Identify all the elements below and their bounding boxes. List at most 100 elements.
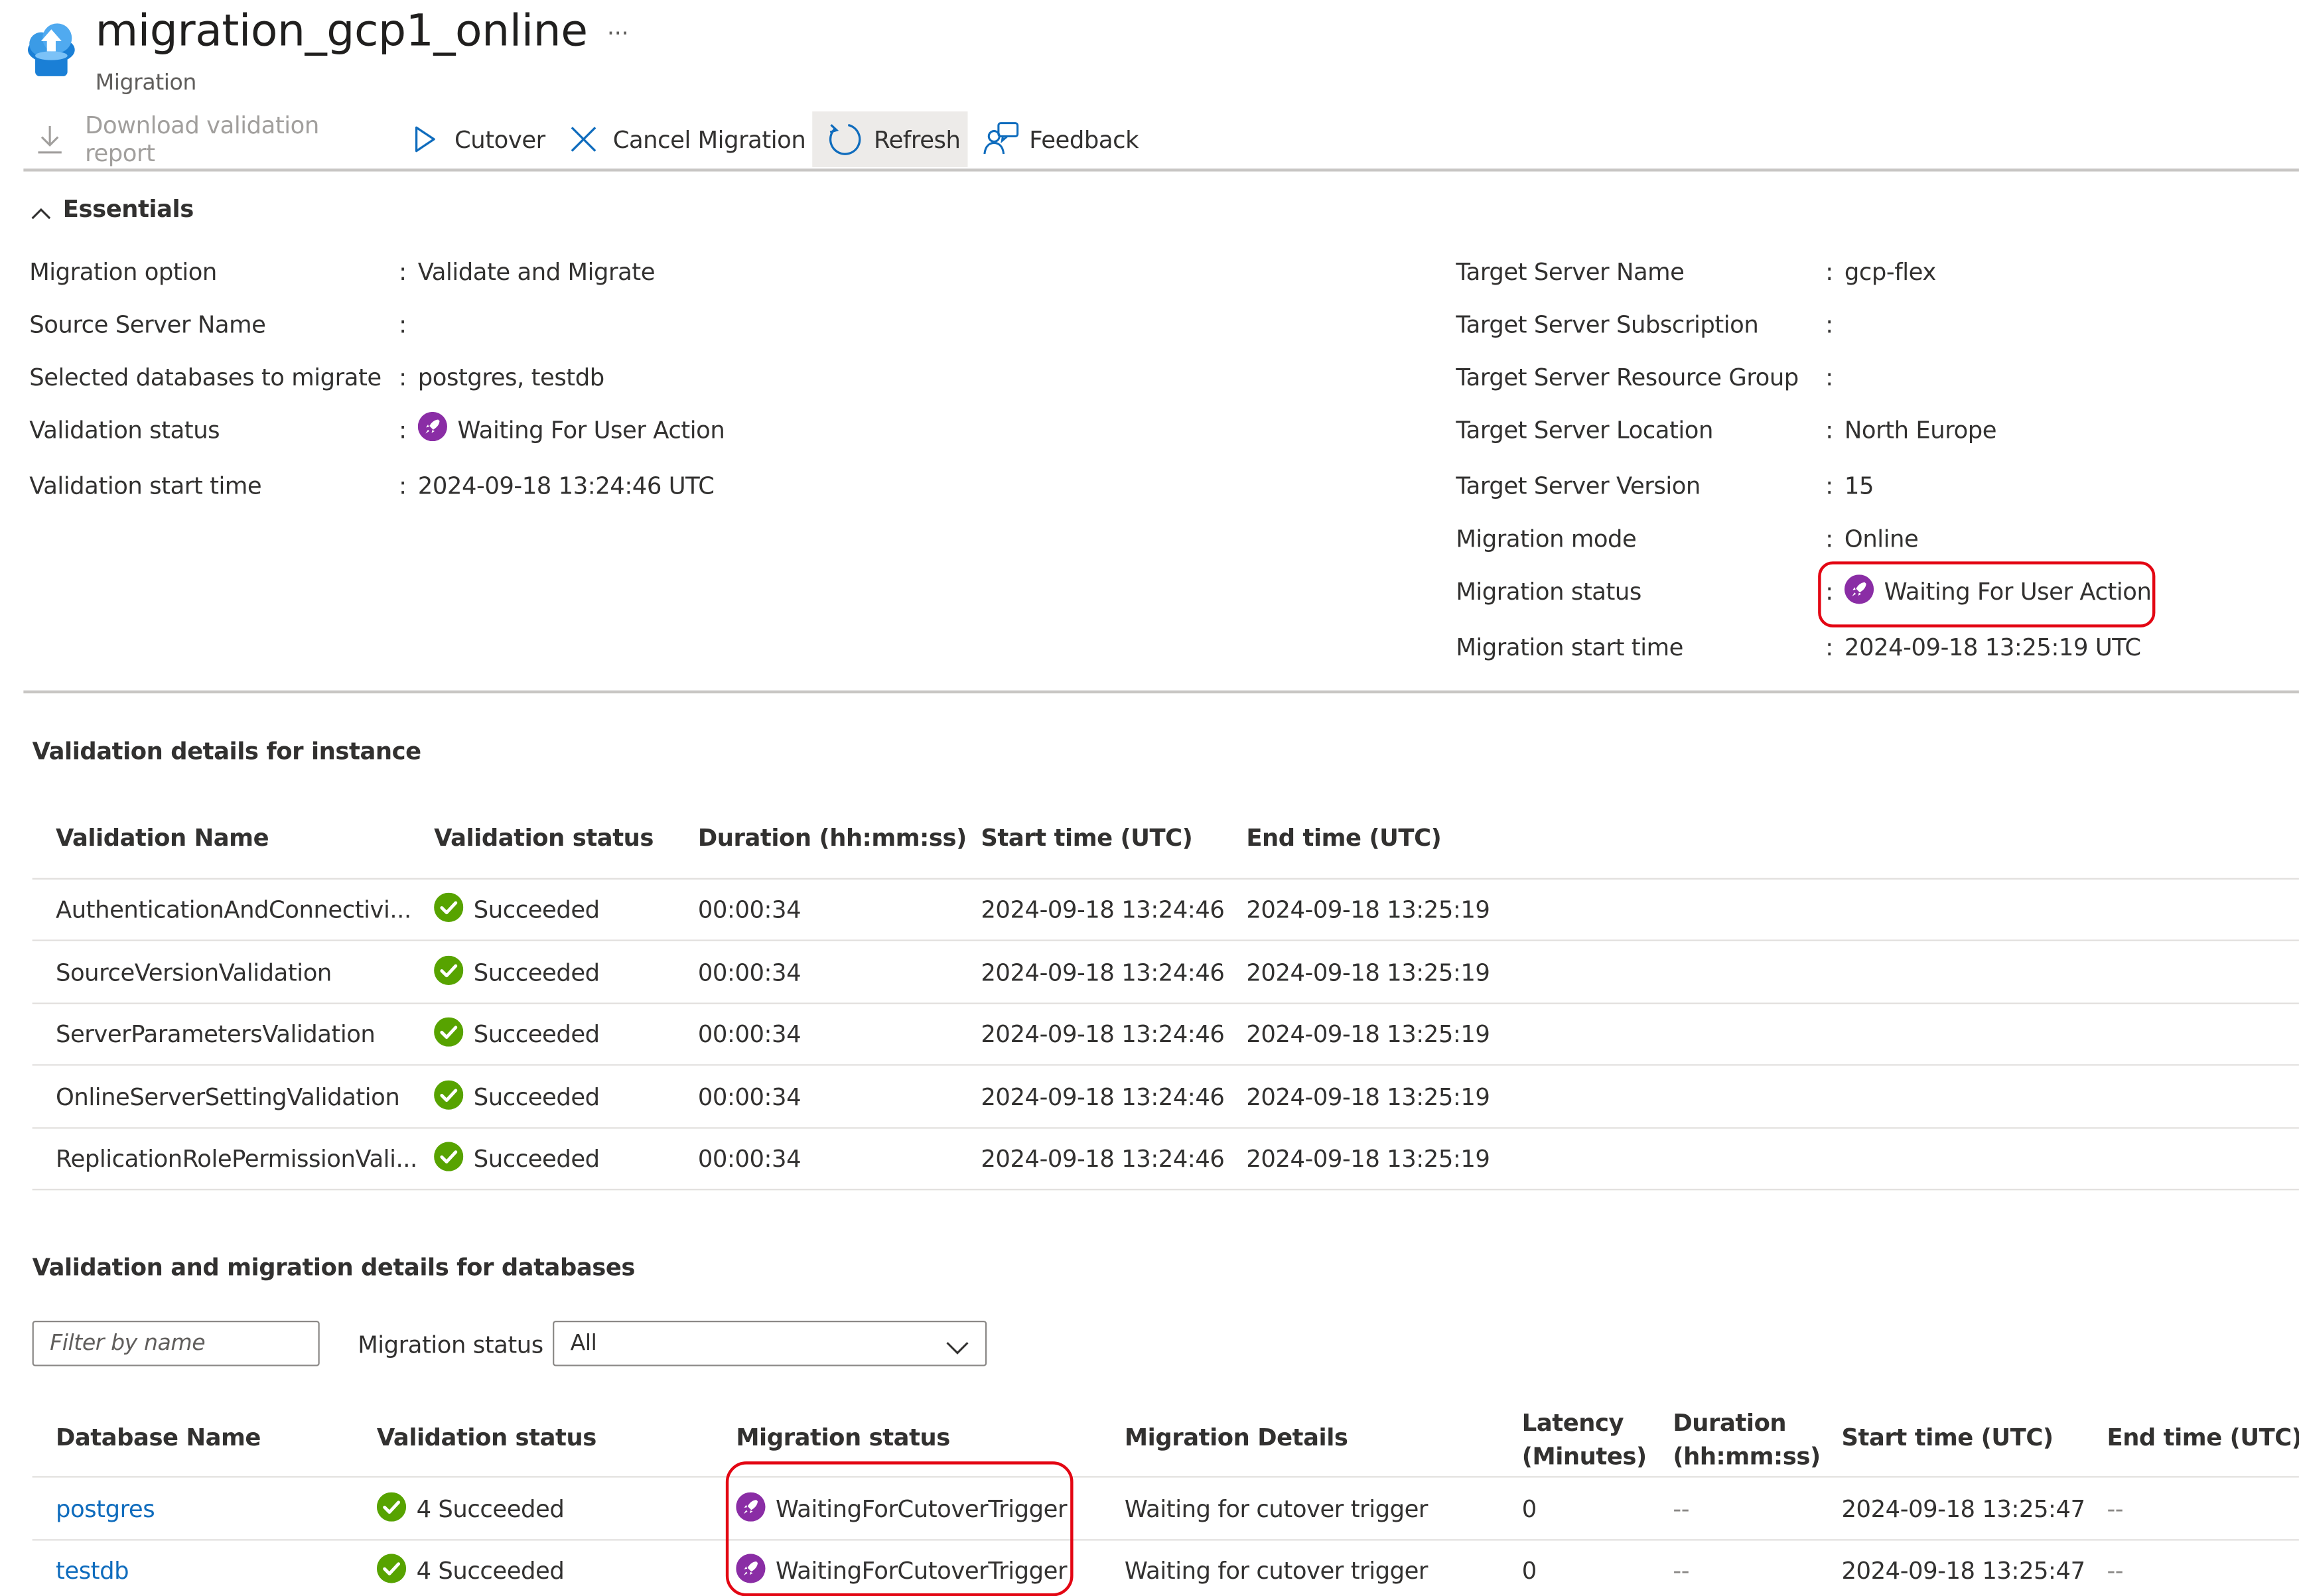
essentials-label-migration-option: Migration option	[29, 257, 217, 286]
db-end-time-cell: --	[2107, 1556, 2124, 1585]
essentials-label-source-server: Source Server Name	[29, 310, 266, 339]
essentials-label-validation-start: Validation start time	[29, 472, 262, 500]
essentials-value-validation-start: 2024-09-18 13:24:46 UTC	[417, 472, 715, 500]
column-header-validation-status[interactable]: Validation status	[434, 824, 654, 852]
essentials-label-target-version: Target Server Version	[1456, 472, 1701, 500]
check-circle-icon	[434, 893, 463, 922]
validation-status-cell: Succeeded	[473, 1020, 600, 1049]
column-header-end-time[interactable]: End time (UTC)	[1246, 824, 1441, 852]
download-icon	[33, 121, 68, 157]
duration-header-line2: (hh:mm:ss)	[1673, 1442, 1821, 1471]
column-header-db-start-time[interactable]: Start time (UTC)	[1842, 1424, 2054, 1451]
column-header-db-validation-status[interactable]: Validation status	[377, 1424, 596, 1451]
end-time-cell: 2024-09-18 13:25:19	[1246, 1020, 1490, 1049]
column-header-database-name[interactable]: Database Name	[56, 1424, 261, 1451]
column-header-migration-details[interactable]: Migration Details	[1125, 1424, 1348, 1451]
toolbar-divider	[23, 168, 2299, 172]
validation-status-cell: Succeeded	[473, 896, 600, 924]
db-validation-status-cell: 4 Succeeded	[416, 1495, 565, 1523]
column-header-latency[interactable]: Latency (Minutes)	[1522, 1406, 1647, 1473]
column-header-duration[interactable]: Duration (hh:mm:ss)	[698, 824, 967, 852]
latency-header-line1: Latency	[1521, 1408, 1624, 1437]
duration-cell: 00:00:34	[697, 1083, 801, 1112]
essentials-colon: :	[399, 472, 407, 500]
migration-status-dropdown[interactable]: All	[553, 1321, 987, 1366]
check-circle-icon	[377, 1493, 406, 1522]
cutover-label: Cutover	[454, 125, 545, 153]
start-time-cell: 2024-09-18 13:24:46	[981, 896, 1225, 924]
download-validation-report-button[interactable]: Download validation report	[33, 111, 384, 167]
essentials-value-target-server-name[interactable]: gcp-flex	[1845, 258, 1936, 286]
feedback-button[interactable]: Feedback	[983, 111, 1158, 167]
close-icon	[567, 121, 600, 157]
db-duration-cell: --	[1673, 1556, 1690, 1585]
duration-header-line1: Duration	[1673, 1408, 1787, 1437]
column-header-validation-name[interactable]: Validation Name	[56, 824, 269, 852]
essentials-value-migration-mode: Online	[1844, 525, 1919, 553]
cutover-button[interactable]: Cutover	[411, 111, 557, 167]
refresh-button[interactable]: Refresh	[812, 111, 968, 167]
database-link-testdb[interactable]: testdb	[56, 1557, 129, 1585]
databases-section-title: Validation and migration details for dat…	[32, 1253, 636, 1282]
migration-status-dropdown-value: All	[570, 1329, 597, 1357]
chevron-up-icon	[29, 200, 52, 221]
feedback-label: Feedback	[1029, 125, 1139, 153]
db-duration-cell: --	[1673, 1495, 1690, 1523]
play-icon	[411, 121, 443, 157]
essentials-label-selected-databases: Selected databases to migrate	[29, 364, 382, 392]
validation-name-cell: AuthenticationAndConnectivi...	[55, 896, 411, 924]
row-divider	[32, 1064, 2299, 1066]
essentials-colon: :	[1825, 310, 1833, 339]
duration-cell: 00:00:34	[697, 959, 801, 987]
page-subtitle: Migration	[95, 68, 197, 96]
validation-status-cell: Succeeded	[473, 1144, 600, 1173]
cancel-migration-button[interactable]: Cancel Migration	[567, 111, 809, 167]
essentials-colon: :	[1825, 257, 1833, 286]
essentials-label-migration-status: Migration status	[1456, 577, 1641, 606]
essentials-colon: :	[399, 364, 407, 392]
row-divider	[32, 1002, 2299, 1004]
filter-by-name-input[interactable]: Filter by name	[32, 1321, 320, 1366]
validation-instance-title: Validation details for instance	[32, 737, 422, 765]
more-options-button[interactable]: ···	[607, 19, 629, 47]
essentials-label-migration-mode: Migration mode	[1456, 525, 1637, 553]
essentials-label-target-server-name: Target Server Name	[1456, 257, 1685, 286]
duration-cell: 00:00:34	[697, 1020, 801, 1049]
essentials-label-target-subscription: Target Server Subscription	[1456, 310, 1759, 339]
column-header-start-time[interactable]: Start time (UTC)	[981, 824, 1193, 852]
essentials-value-target-location: North Europe	[1844, 416, 1997, 444]
validation-name-cell: SourceVersionValidation	[55, 959, 332, 987]
end-time-cell: 2024-09-18 13:25:19	[1246, 1083, 1490, 1112]
essentials-colon: :	[399, 416, 407, 444]
column-header-db-end-time[interactable]: End time (UTC)	[2107, 1424, 2299, 1451]
essentials-colon: :	[1825, 633, 1833, 661]
refresh-icon	[825, 120, 863, 158]
validation-status-cell: Succeeded	[473, 959, 600, 987]
essentials-colon: :	[1825, 525, 1833, 553]
db-start-time-cell: 2024-09-18 13:25:47	[1841, 1556, 2086, 1585]
check-circle-icon	[434, 956, 463, 985]
essentials-colon: :	[399, 310, 407, 339]
essentials-divider	[23, 690, 2299, 694]
end-time-cell: 2024-09-18 13:25:19	[1246, 959, 1490, 987]
essentials-colon: :	[1825, 364, 1833, 392]
duration-cell: 00:00:34	[697, 1144, 801, 1173]
db-end-time-cell: --	[2107, 1495, 2124, 1523]
column-header-db-migration-status[interactable]: Migration status	[736, 1424, 950, 1451]
end-time-cell: 2024-09-18 13:25:19	[1246, 896, 1490, 924]
db-row-divider	[32, 1539, 2299, 1541]
database-link-postgres[interactable]: postgres	[56, 1495, 155, 1523]
check-circle-icon	[377, 1554, 406, 1583]
migration-status-filter-label: Migration status	[358, 1331, 543, 1359]
column-header-db-duration[interactable]: Duration (hh:mm:ss)	[1673, 1406, 1821, 1473]
validation-name-cell: ReplicationRolePermissionVali...	[55, 1144, 417, 1173]
essentials-toggle[interactable]: Essentials	[29, 195, 194, 223]
duration-cell: 00:00:34	[697, 896, 801, 924]
essentials-label: Essentials	[62, 194, 194, 223]
essentials-label-validation-status: Validation status	[29, 416, 220, 444]
db-latency-cell: 0	[1521, 1556, 1537, 1585]
essentials-colon: :	[399, 257, 407, 286]
table-header-divider	[32, 878, 2299, 880]
essentials-label-target-resource-group: Target Server Resource Group	[1456, 364, 1799, 392]
db-migration-details-cell: Waiting for cutover trigger	[1124, 1495, 1428, 1523]
